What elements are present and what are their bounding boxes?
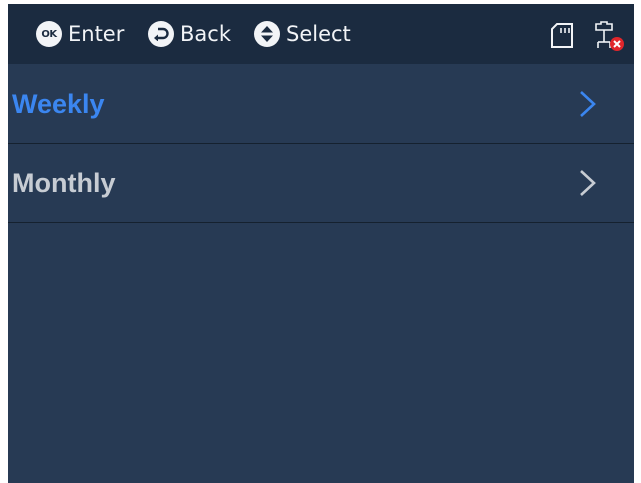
menu-item-label: Monthly bbox=[12, 168, 116, 198]
chevron-right-icon bbox=[580, 91, 596, 117]
menu-item-label: Weekly bbox=[12, 89, 105, 119]
chevron-right-icon bbox=[580, 170, 596, 196]
ok-button-icon: OK bbox=[36, 21, 62, 47]
select-hint-label: Select bbox=[286, 22, 351, 46]
back-hint: Back bbox=[148, 4, 231, 64]
key-hint-bar: OK Enter Back Select bbox=[8, 4, 634, 64]
sd-card-icon bbox=[551, 23, 573, 48]
back-arrow-icon bbox=[148, 21, 174, 47]
enter-hint: OK Enter bbox=[36, 4, 124, 64]
select-hint: Select bbox=[254, 4, 351, 64]
screen: OK Enter Back Select Weekly Monthly bbox=[8, 4, 634, 483]
enter-hint-label: Enter bbox=[68, 22, 125, 46]
menu-item-monthly[interactable]: Monthly bbox=[8, 144, 634, 223]
network-disconnected-icon bbox=[595, 21, 624, 51]
back-hint-label: Back bbox=[180, 22, 231, 46]
up-down-icon bbox=[254, 21, 280, 47]
menu-item-weekly[interactable]: Weekly bbox=[8, 65, 634, 144]
